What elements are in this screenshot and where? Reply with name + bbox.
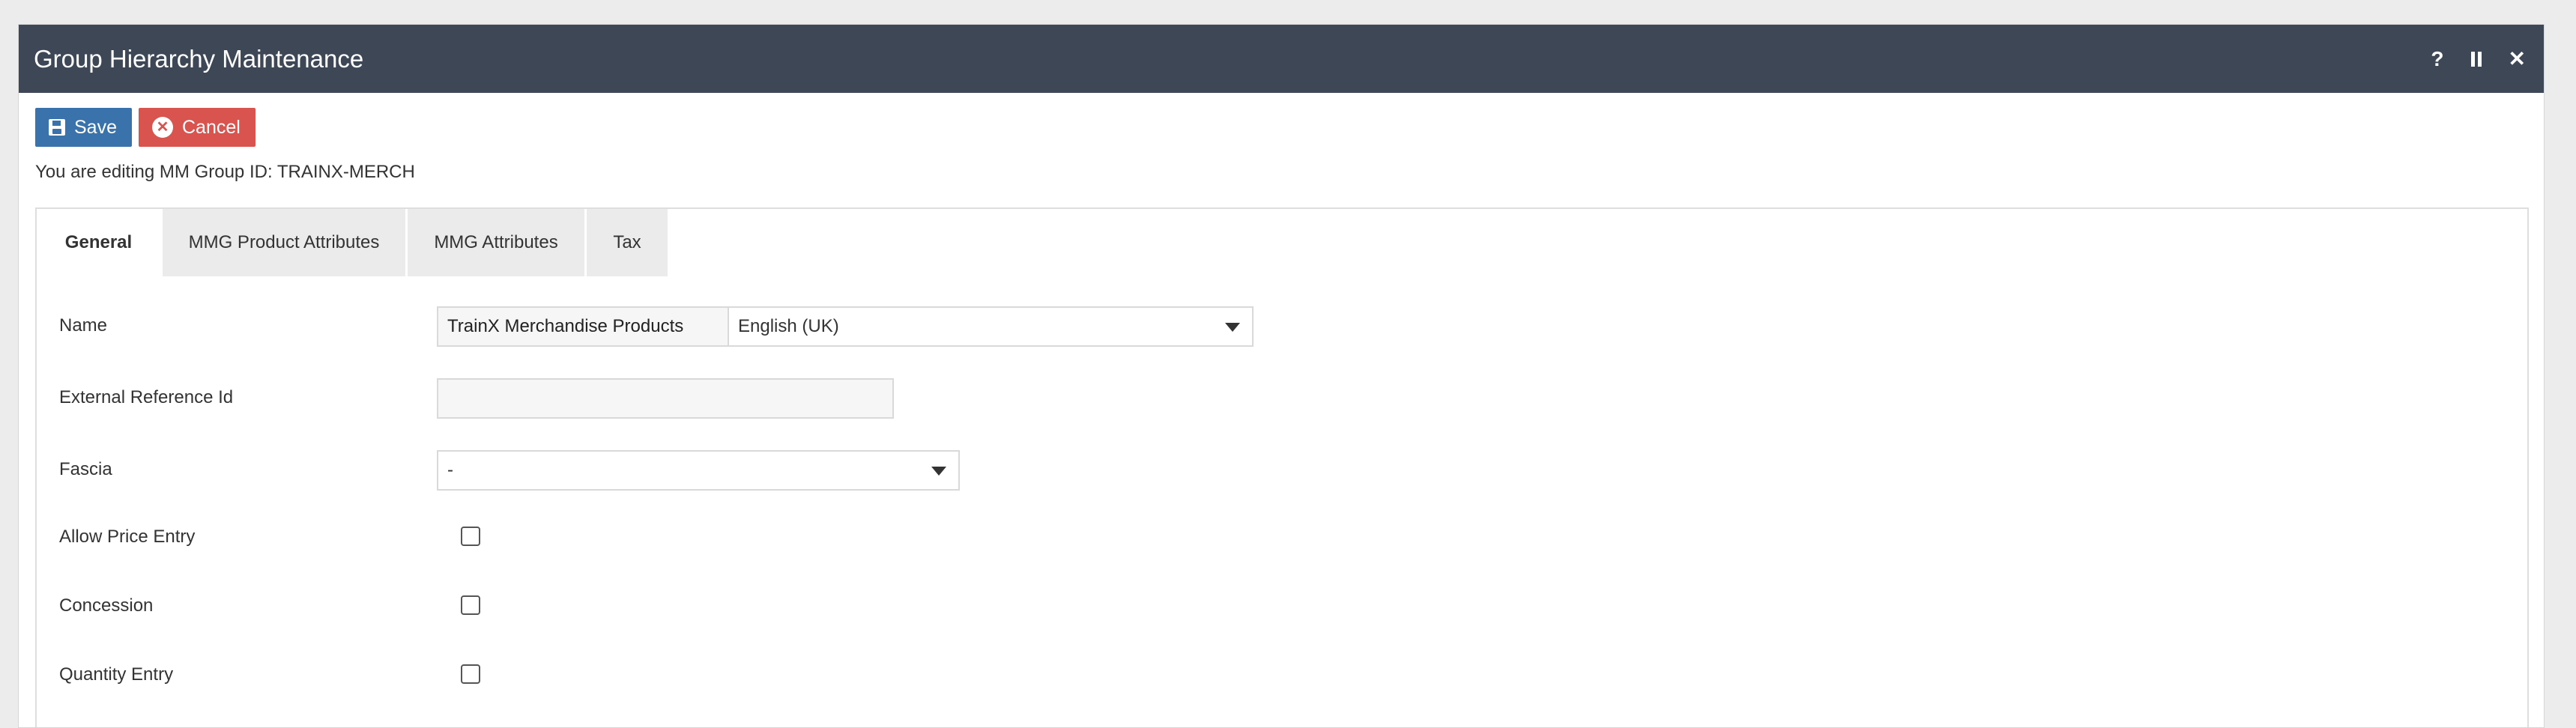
language-select[interactable]: English (UK) <box>728 306 1254 347</box>
external-ref-row: External Reference Id <box>37 378 2527 450</box>
chevron-down-icon <box>1225 323 1240 332</box>
tab-bar: General MMG Product Attributes MMG Attri… <box>37 209 2527 276</box>
fascia-select-value: - <box>447 460 453 480</box>
editing-info: You are editing MM Group ID: TRAINX-MERC… <box>35 162 415 182</box>
title-bar-controls: ? ✕ <box>2431 48 2526 70</box>
external-ref-input[interactable] <box>437 378 894 419</box>
tab-mmg-attributes[interactable]: MMG Attributes <box>408 209 584 276</box>
maintenance-window: Group Hierarchy Maintenance ? ✕ Save ✕ C… <box>18 24 2545 728</box>
tab-tax[interactable]: Tax <box>587 209 668 276</box>
chevron-down-icon <box>931 467 946 476</box>
allow-price-entry-row: Allow Price Entry <box>37 522 2527 591</box>
fascia-select[interactable]: - <box>437 450 960 491</box>
cancel-button[interactable]: ✕ Cancel <box>138 108 256 147</box>
quantity-entry-label: Quantity Entry <box>59 664 174 685</box>
allow-price-entry-checkbox[interactable] <box>461 527 480 546</box>
close-icon[interactable]: ✕ <box>2509 48 2526 70</box>
save-button-label: Save <box>74 116 117 138</box>
toolbar: Save ✕ Cancel <box>19 93 2544 147</box>
language-select-value: English (UK) <box>738 316 839 336</box>
title-bar: Group Hierarchy Maintenance ? ✕ <box>19 25 2544 93</box>
general-form: Name TrainX Merchandise Products English… <box>37 276 2527 727</box>
help-icon[interactable]: ? <box>2431 48 2443 70</box>
cancel-button-label: Cancel <box>181 116 241 138</box>
concession-row: Concession <box>37 591 2527 660</box>
window-title: Group Hierarchy Maintenance <box>34 44 364 73</box>
quantity-entry-checkbox[interactable] <box>461 664 480 684</box>
allow-price-entry-label: Allow Price Entry <box>59 527 196 547</box>
pause-icon[interactable] <box>2470 51 2483 67</box>
floppy-disk-icon <box>49 119 65 136</box>
cancel-circle-icon: ✕ <box>151 117 173 138</box>
name-row: Name TrainX Merchandise Products English… <box>37 306 2527 378</box>
fascia-label: Fascia <box>59 459 112 479</box>
tab-mmg-product-attributes[interactable]: MMG Product Attributes <box>163 209 405 276</box>
quantity-entry-row: Quantity Entry <box>37 660 2527 727</box>
concession-label: Concession <box>59 595 154 616</box>
save-button[interactable]: Save <box>35 108 132 147</box>
concession-checkbox[interactable] <box>461 595 480 615</box>
tab-general[interactable]: General <box>37 209 160 276</box>
name-input[interactable]: TrainX Merchandise Products <box>437 306 729 347</box>
fascia-row: Fascia - <box>37 450 2527 522</box>
tab-panel: General MMG Product Attributes MMG Attri… <box>35 207 2529 727</box>
name-label: Name <box>59 315 108 336</box>
external-ref-label: External Reference Id <box>59 387 234 407</box>
